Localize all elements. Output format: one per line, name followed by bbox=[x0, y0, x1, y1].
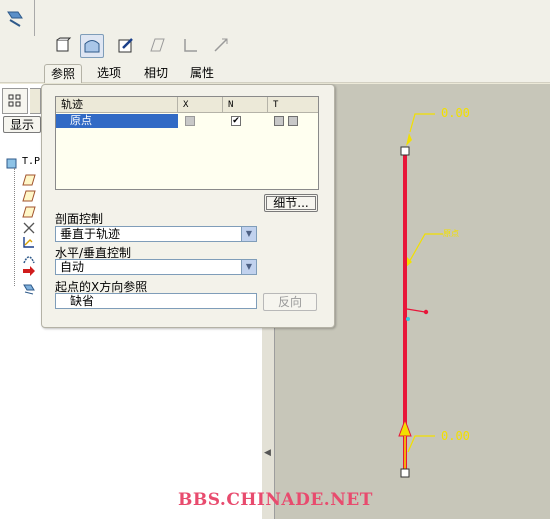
tree-root-label[interactable]: T.P bbox=[22, 156, 40, 167]
section-control-value: 垂直于轨迹 bbox=[60, 227, 121, 241]
t-checkbox-2[interactable] bbox=[288, 116, 298, 126]
tab-properties[interactable]: 属性 bbox=[184, 64, 220, 82]
chevron-down-icon[interactable]: ▼ bbox=[241, 260, 256, 274]
column-header-n: N bbox=[223, 97, 268, 113]
hv-control-select[interactable]: 自动 ▼ bbox=[55, 259, 257, 275]
table-row[interactable]: 原点 bbox=[56, 114, 178, 128]
chevron-down-icon[interactable]: ▼ bbox=[241, 227, 256, 241]
column-header-t: T bbox=[268, 97, 318, 113]
datum-plane-icon[interactable] bbox=[22, 174, 36, 189]
hv-control-value: 自动 bbox=[60, 260, 85, 274]
toolbar-divider bbox=[0, 82, 550, 83]
tab-tangency[interactable]: 相切 bbox=[138, 64, 174, 82]
collapse-arrow-icon[interactable]: ◀ bbox=[264, 448, 271, 458]
t-checkbox-1[interactable] bbox=[274, 116, 284, 126]
trajectory-table[interactable]: 轨迹 X N T 原点 ✔ bbox=[55, 96, 319, 190]
layer-tab[interactable] bbox=[30, 88, 41, 114]
datum-plane-icon[interactable] bbox=[22, 190, 36, 205]
flip-button: 反向 bbox=[263, 293, 317, 311]
insert-here-icon[interactable] bbox=[22, 265, 36, 280]
part-icon bbox=[6, 157, 18, 172]
solid-icon[interactable] bbox=[52, 34, 74, 56]
section-control-select[interactable]: 垂直于轨迹 ▼ bbox=[55, 226, 257, 242]
column-header-trajectory: 轨迹 bbox=[56, 97, 178, 113]
sketch-icon[interactable] bbox=[115, 34, 137, 56]
tree-connector bbox=[14, 168, 16, 286]
x-direction-ref-field[interactable]: 缺省 bbox=[55, 293, 257, 309]
model-tree-tab[interactable] bbox=[2, 88, 28, 114]
sketch-feature-icon[interactable] bbox=[22, 235, 36, 252]
show-button[interactable]: 显示 bbox=[3, 116, 41, 133]
parallelogram-icon bbox=[147, 34, 169, 56]
datum-plane-icon[interactable] bbox=[22, 206, 36, 221]
details-button[interactable]: 细节... bbox=[264, 194, 318, 212]
x-checkbox[interactable] bbox=[185, 116, 195, 126]
line-icon bbox=[210, 34, 232, 56]
watermark: BBS.CHINADE.NET bbox=[178, 490, 373, 510]
corner-icon bbox=[180, 34, 202, 56]
sweep-feature-icon bbox=[4, 8, 26, 30]
origin-annotation: 原点 bbox=[443, 229, 459, 238]
bottom-dimension-label[interactable]: 0.00 bbox=[441, 429, 470, 443]
surface-icon[interactable] bbox=[80, 34, 104, 58]
tab-references[interactable]: 参照 bbox=[44, 64, 82, 83]
corner-divider bbox=[34, 0, 35, 36]
tab-options[interactable]: 选项 bbox=[91, 64, 127, 82]
n-checkbox[interactable]: ✔ bbox=[231, 116, 241, 126]
top-dimension-label[interactable]: 0.00 bbox=[441, 106, 470, 120]
tree-icon bbox=[8, 94, 21, 107]
section-control-label: 剖面控制 bbox=[55, 212, 104, 226]
column-header-x: X bbox=[178, 97, 223, 113]
x-direction-ref-value: 缺省 bbox=[70, 294, 95, 308]
sweep-feature-tree-icon[interactable] bbox=[22, 281, 36, 298]
trajectory-name: 原点 bbox=[70, 114, 92, 127]
